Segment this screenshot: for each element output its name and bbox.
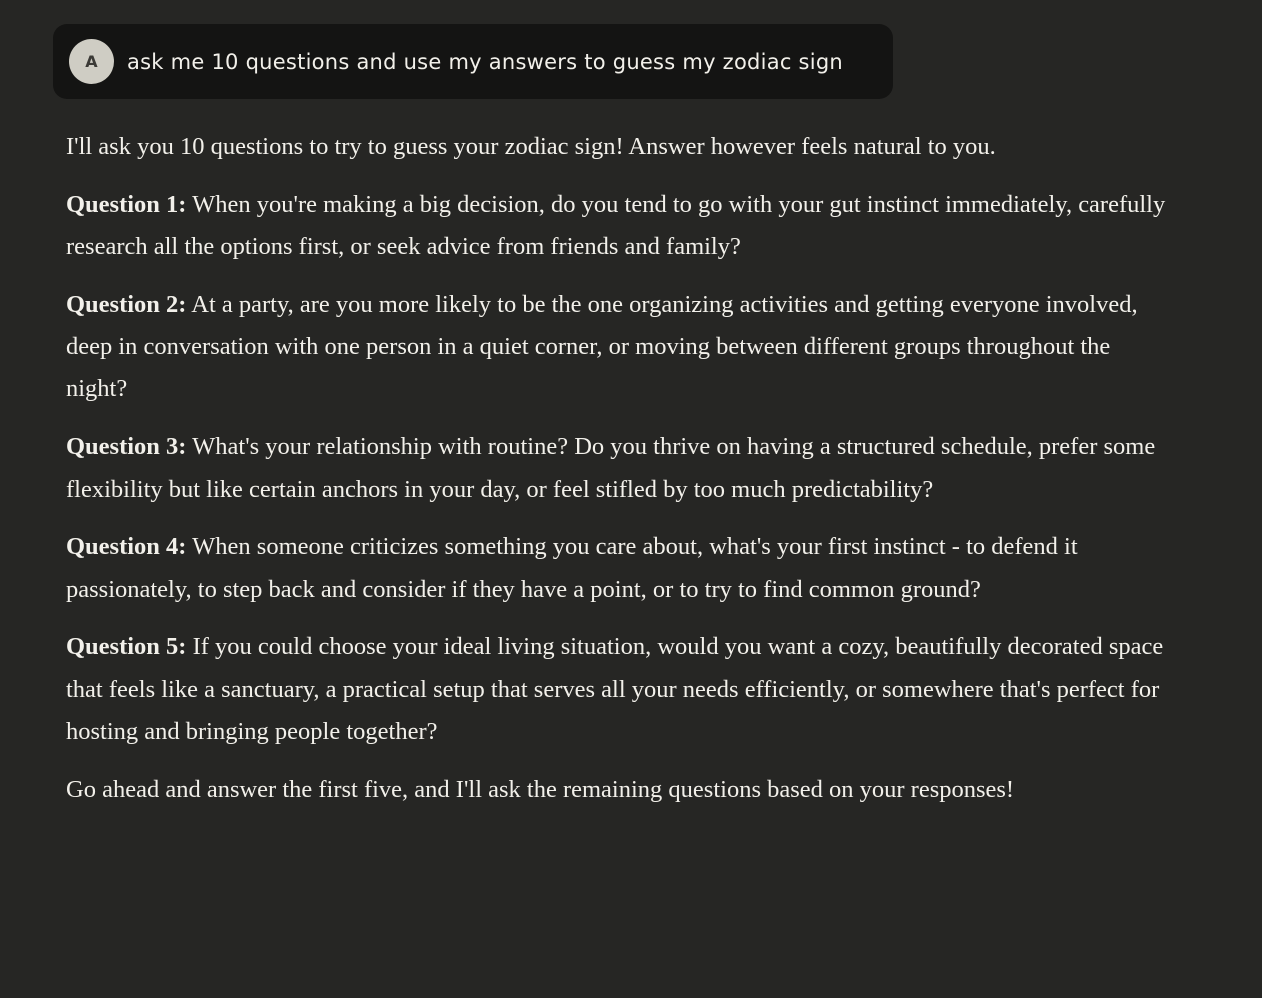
question-4: Question 4: When someone criticizes some… xyxy=(66,526,1176,611)
question-text: At a party, are you more likely to be th… xyxy=(66,290,1138,403)
question-label: Question 4: xyxy=(66,533,187,561)
question-1: Question 1: When you're making a big dec… xyxy=(66,184,1176,269)
question-text: When someone criticizes something you ca… xyxy=(66,533,1078,603)
question-label: Question 2: xyxy=(66,290,187,318)
question-label: Question 3: xyxy=(66,433,187,461)
question-label: Question 1: xyxy=(66,190,187,218)
question-5: Question 5: If you could choose your ide… xyxy=(66,626,1176,753)
assistant-response: I'll ask you 10 questions to try to gues… xyxy=(66,126,1176,827)
question-text: When you're making a big decision, do yo… xyxy=(66,190,1166,261)
user-message-text: ask me 10 questions and use my answers t… xyxy=(127,49,843,74)
question-3: Question 3: What's your relationship wit… xyxy=(66,426,1176,511)
response-outro: Go ahead and answer the first five, and … xyxy=(66,775,1015,803)
question-2: Question 2: At a party, are you more lik… xyxy=(66,284,1176,411)
response-intro: I'll ask you 10 questions to try to gues… xyxy=(66,133,996,160)
question-text: What's your relationship with routine? D… xyxy=(66,433,1156,503)
question-text: If you could choose your ideal living si… xyxy=(66,633,1164,746)
user-avatar[interactable]: A xyxy=(69,39,114,84)
user-message-bubble: A ask me 10 questions and use my answers… xyxy=(53,24,893,99)
question-label: Question 5: xyxy=(66,633,187,661)
